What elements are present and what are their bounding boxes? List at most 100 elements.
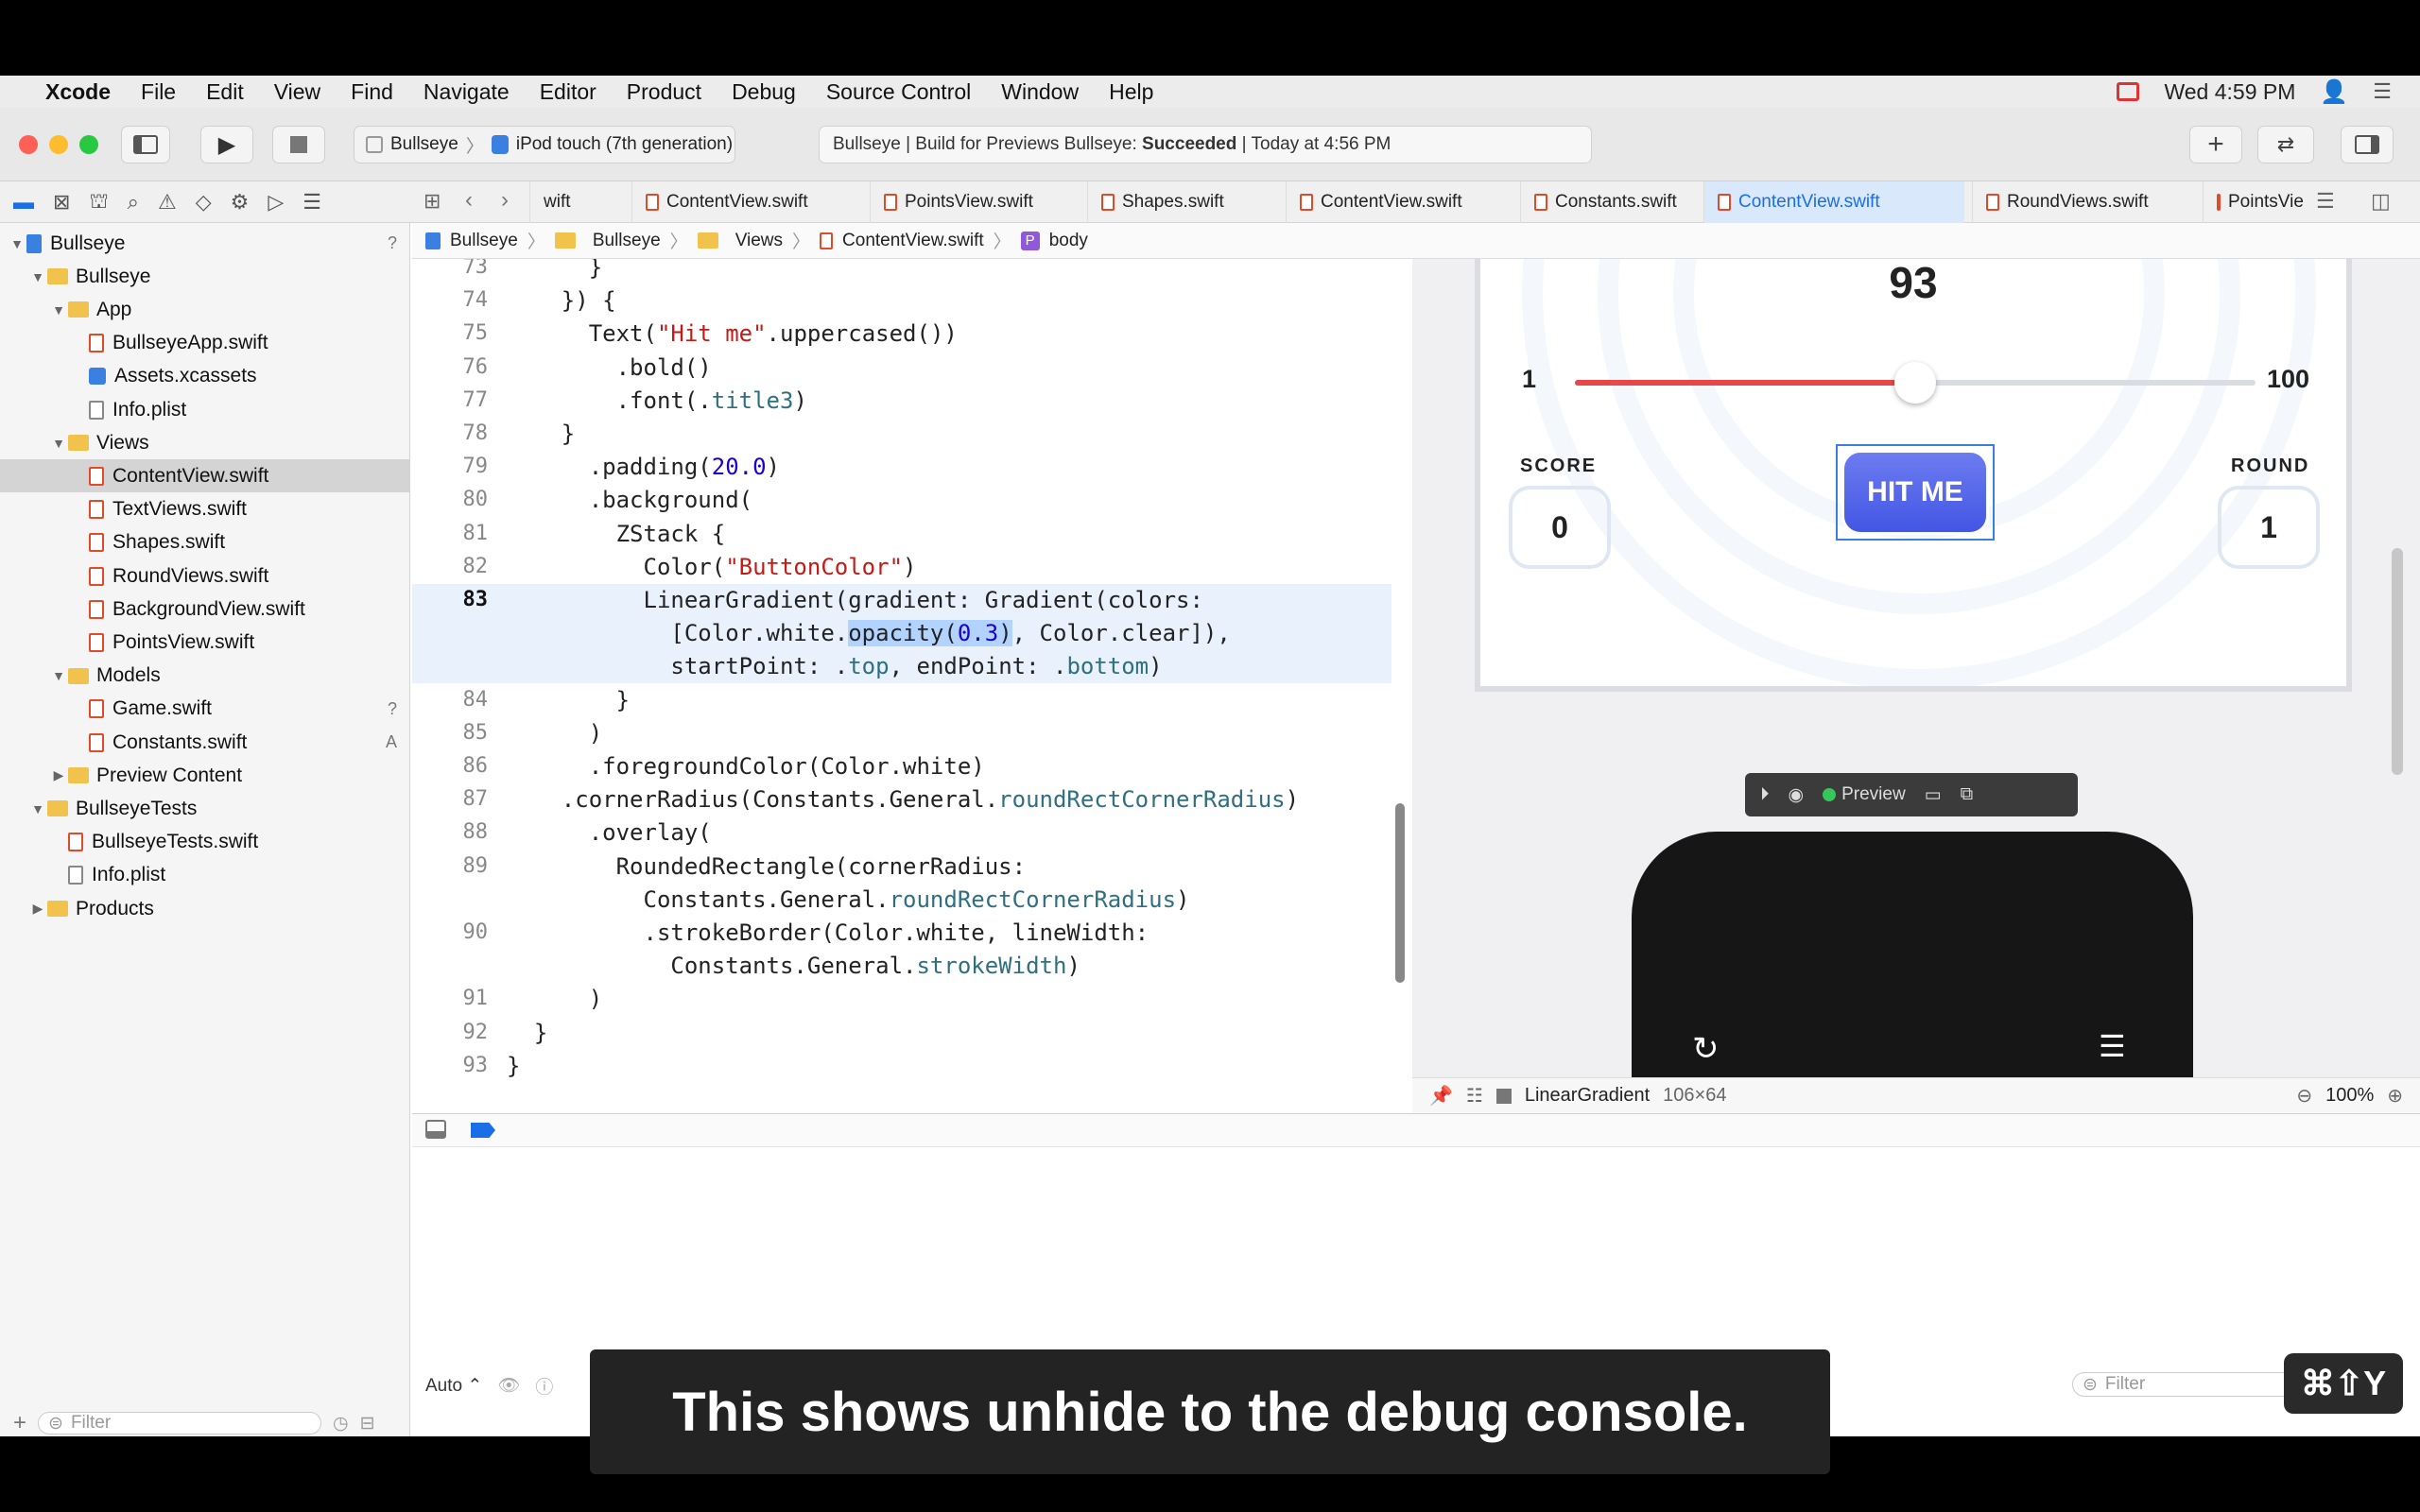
jump-project[interactable]: Bullseye — [450, 231, 518, 251]
library-button[interactable]: + — [2189, 126, 2242, 163]
navigator-row[interactable]: ▶ Preview Content — [0, 759, 410, 792]
menu-app-name[interactable]: Xcode — [30, 79, 126, 105]
symbol-navigator-icon[interactable]: ⛫ — [89, 189, 108, 216]
editor-tab[interactable]: ContentView.swift — [1286, 181, 1512, 223]
clock[interactable]: Wed 4:59 PM — [2164, 79, 2295, 105]
navigator-row[interactable]: ▼ App — [0, 293, 410, 326]
canvas-v-scrollbar[interactable] — [2392, 548, 2403, 775]
menu-debug[interactable]: Debug — [717, 79, 811, 105]
variables-scope-selector[interactable]: Auto ⌃ — [425, 1375, 482, 1397]
code-line[interactable]: 86 .foregroundColor(Color.white) — [412, 750, 1392, 783]
navigator-row[interactable]: ▼ Bullseye? — [0, 227, 410, 260]
zoom-in-icon[interactable]: ⊕ — [2387, 1084, 2403, 1108]
code-line[interactable]: 80 .background( — [412, 484, 1392, 517]
stop-button[interactable] — [272, 126, 325, 163]
navigator-row[interactable]: PointsView.swift — [0, 626, 410, 659]
code-line[interactable]: 92 } — [412, 1017, 1392, 1050]
code-line[interactable]: 88 .overlay( — [412, 816, 1392, 850]
navigator-row[interactable]: Assets.xcassets — [0, 360, 410, 393]
adjust-icon[interactable]: ☷ — [1466, 1084, 1483, 1108]
zoom-window-button[interactable] — [79, 135, 98, 154]
navigator-row[interactable]: ▼ Models — [0, 660, 410, 693]
navigator-row[interactable]: Game.swift? — [0, 693, 410, 726]
test-navigator-icon[interactable]: ◇ — [196, 190, 212, 215]
editor-tab[interactable]: PointsVie — [2203, 181, 2304, 223]
preview-on-device-button[interactable]: Preview — [1823, 784, 1906, 805]
slider-thumb[interactable] — [1894, 362, 1936, 404]
live-preview-icon[interactable]: ⏵ — [1760, 784, 1770, 805]
code-line[interactable]: Constants.General.roundRectCornerRadius) — [412, 884, 1392, 917]
code-line[interactable]: 81 ZStack { — [412, 518, 1392, 551]
editor-tab[interactable]: ContentView.swift — [631, 181, 862, 223]
add-editor-icon[interactable]: ◫ — [2371, 189, 2391, 214]
code-line[interactable]: 77 .font(.title3) — [412, 385, 1392, 418]
navigator-row[interactable]: ▶ Products — [0, 892, 410, 925]
menu-window[interactable]: Window — [986, 79, 1094, 105]
recent-files-icon[interactable]: ◷ — [333, 1413, 349, 1435]
duplicate-preview-icon[interactable]: ⧉ — [1961, 784, 1974, 805]
navigator-row[interactable]: RoundViews.swift — [0, 559, 410, 593]
user-icon[interactable]: 👤 — [2320, 78, 2348, 106]
navigator-row[interactable]: ▼ Bullseye — [0, 260, 410, 293]
code-line[interactable]: 74 }) { — [412, 284, 1392, 318]
scheme-selector[interactable]: Bullseye 〉 iPod touch (7th generation) — [354, 126, 735, 163]
run-button[interactable]: ▶ — [200, 126, 253, 163]
navigator-row[interactable]: Constants.swift A — [0, 726, 410, 759]
menu-file[interactable]: File — [126, 79, 191, 105]
debug-navigator-icon[interactable]: ⚙ — [231, 190, 250, 215]
navigator-row[interactable]: ▼ BullseyeTests — [0, 792, 410, 825]
quick-look-icon[interactable]: 👁 — [497, 1374, 520, 1397]
editor-tab[interactable]: Constants.swift — [1520, 181, 1696, 223]
hit-me-button[interactable]: HIT ME — [1841, 450, 1989, 535]
menu-view[interactable]: View — [259, 79, 336, 105]
navigator-row[interactable]: Info.plist — [0, 393, 410, 426]
code-line[interactable]: 84 } — [412, 684, 1392, 717]
breakpoint-navigator-icon[interactable]: ▷ — [268, 190, 284, 215]
code-line[interactable]: 93} — [412, 1050, 1392, 1077]
editor-tab[interactable]: Shapes.swift — [1087, 181, 1278, 223]
toggle-inspector-button[interactable] — [2341, 126, 2394, 163]
filter-input[interactable]: ⊜ Filter — [38, 1412, 322, 1435]
navigator-row[interactable]: TextViews.swift — [0, 493, 410, 526]
navigator-row[interactable]: ▼ Views — [0, 426, 410, 459]
editor-tab[interactable]: ContentView.swift — [1703, 181, 1964, 223]
navigator-row[interactable]: BullseyeTests.swift — [0, 826, 410, 859]
report-navigator-icon[interactable]: ☰ — [302, 190, 321, 215]
device-settings-icon[interactable]: ▭ — [1925, 784, 1942, 806]
code-line[interactable]: 75 Text("Hit me".uppercased()) — [412, 318, 1392, 351]
code-line[interactable]: 89 RoundedRectangle(cornerRadius: — [412, 850, 1392, 884]
disclosure-open-icon[interactable]: ▼ — [49, 436, 68, 451]
notification-center-icon[interactable]: ☰ — [2373, 79, 2392, 104]
disclosure-open-icon[interactable]: ▼ — [28, 801, 47, 816]
code-line[interactable]: 79 .padding(20.0) — [412, 451, 1392, 484]
code-line[interactable]: 91 ) — [412, 983, 1392, 1016]
menu-find[interactable]: Find — [336, 79, 408, 105]
inspect-preview-icon[interactable]: ◉ — [1789, 784, 1805, 806]
editor-tab[interactable]: PointsView.swift — [870, 181, 1080, 223]
jump-symbol[interactable]: body — [1049, 231, 1088, 251]
disclosure-open-icon[interactable]: ▼ — [49, 668, 68, 683]
project-navigator-icon[interactable]: ▬ — [13, 190, 34, 215]
navigator-row[interactable]: ContentView.swift — [0, 459, 410, 493]
scm-filter-icon[interactable]: ⊟ — [360, 1413, 375, 1435]
issue-navigator-icon[interactable]: ⚠ — [158, 190, 177, 215]
code-line[interactable]: 90 .strokeBorder(Color.white, lineWidth: — [412, 917, 1392, 950]
minimize-window-button[interactable] — [49, 135, 68, 154]
toggle-navigator-button[interactable] — [121, 126, 170, 163]
disclosure-open-icon[interactable]: ▼ — [28, 269, 47, 284]
jump-group[interactable]: Bullseye — [593, 231, 661, 251]
menu-source-control[interactable]: Source Control — [811, 79, 986, 105]
code-line[interactable]: 78 } — [412, 418, 1392, 451]
navigator-row[interactable]: Shapes.swift — [0, 526, 410, 559]
breakpoints-toggle-icon[interactable] — [471, 1123, 495, 1138]
slider-track[interactable] — [1575, 362, 2256, 404]
find-navigator-icon[interactable]: ⌕ — [128, 190, 139, 215]
code-line[interactable]: startPoint: .top, endPoint: .bottom) — [412, 650, 1392, 684]
navigator-row[interactable]: Info.plist — [0, 859, 410, 892]
back-icon[interactable]: ‹ — [465, 187, 473, 214]
disclosure-closed-icon[interactable]: ▶ — [28, 901, 47, 917]
source-control-navigator-icon[interactable]: ⊠ — [53, 190, 70, 215]
pin-icon[interactable]: 📌 — [1429, 1084, 1453, 1108]
menu-editor[interactable]: Editor — [525, 79, 612, 105]
adjust-editor-options-icon[interactable]: ☰ — [2316, 189, 2335, 214]
